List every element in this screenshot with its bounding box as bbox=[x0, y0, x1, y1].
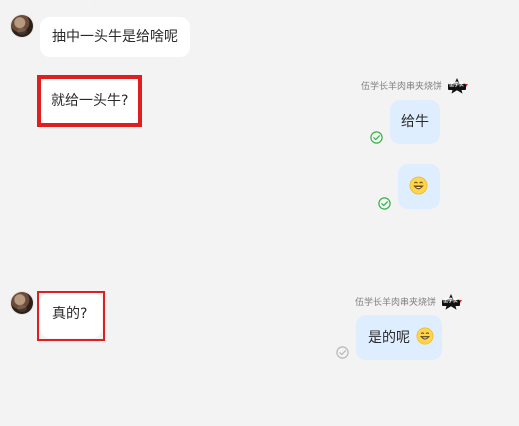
outgoing-emoji-bubble bbox=[398, 164, 440, 209]
message-text: 真的? bbox=[52, 306, 88, 322]
sender-name: 伍学长羊肉串夹烧饼 bbox=[361, 82, 443, 92]
check-circle-icon bbox=[336, 346, 349, 359]
avatar[interactable] bbox=[11, 15, 33, 37]
check-circle-icon bbox=[370, 131, 383, 144]
badge-text: 伍学长 bbox=[449, 82, 464, 88]
outgoing-message-bubble: 是的呢 bbox=[356, 315, 442, 360]
message-text: 给牛 bbox=[401, 114, 429, 130]
message-text: 抽中一头牛是给啥呢 bbox=[52, 29, 178, 45]
incoming-message-bubble: 抽中一头牛是给啥呢 bbox=[40, 17, 190, 57]
outgoing-message-bubble: 给牛 bbox=[390, 100, 440, 144]
grinning-face-icon bbox=[409, 176, 428, 195]
sender-name: 伍学长羊肉串夹烧饼 bbox=[355, 298, 437, 308]
brand-badge: 伍学长 bbox=[446, 78, 469, 96]
brand-badge: 伍学长 bbox=[440, 294, 463, 312]
avatar[interactable] bbox=[11, 292, 33, 314]
grinning-face-icon bbox=[416, 327, 434, 345]
chat-panel: · 抽中一头牛是给啥呢 就给一头牛? 伍学长羊肉串夹烧饼 伍学长 给牛 真的? … bbox=[0, 0, 519, 426]
sender-row: 伍学长羊肉串夹烧饼 伍学长 bbox=[355, 294, 463, 312]
check-circle-icon bbox=[378, 197, 391, 210]
sender-row: 伍学长羊肉串夹烧饼 伍学长 bbox=[361, 78, 469, 96]
incoming-message-bubble: 真的? bbox=[40, 292, 102, 338]
message-text: 是的呢 bbox=[368, 330, 410, 346]
incoming-message-bubble: 就给一头牛? bbox=[40, 78, 140, 124]
message-text: 就给一头牛? bbox=[51, 93, 129, 109]
watermark-mark: · bbox=[92, 0, 97, 14]
badge-text: 伍学长 bbox=[443, 298, 458, 304]
